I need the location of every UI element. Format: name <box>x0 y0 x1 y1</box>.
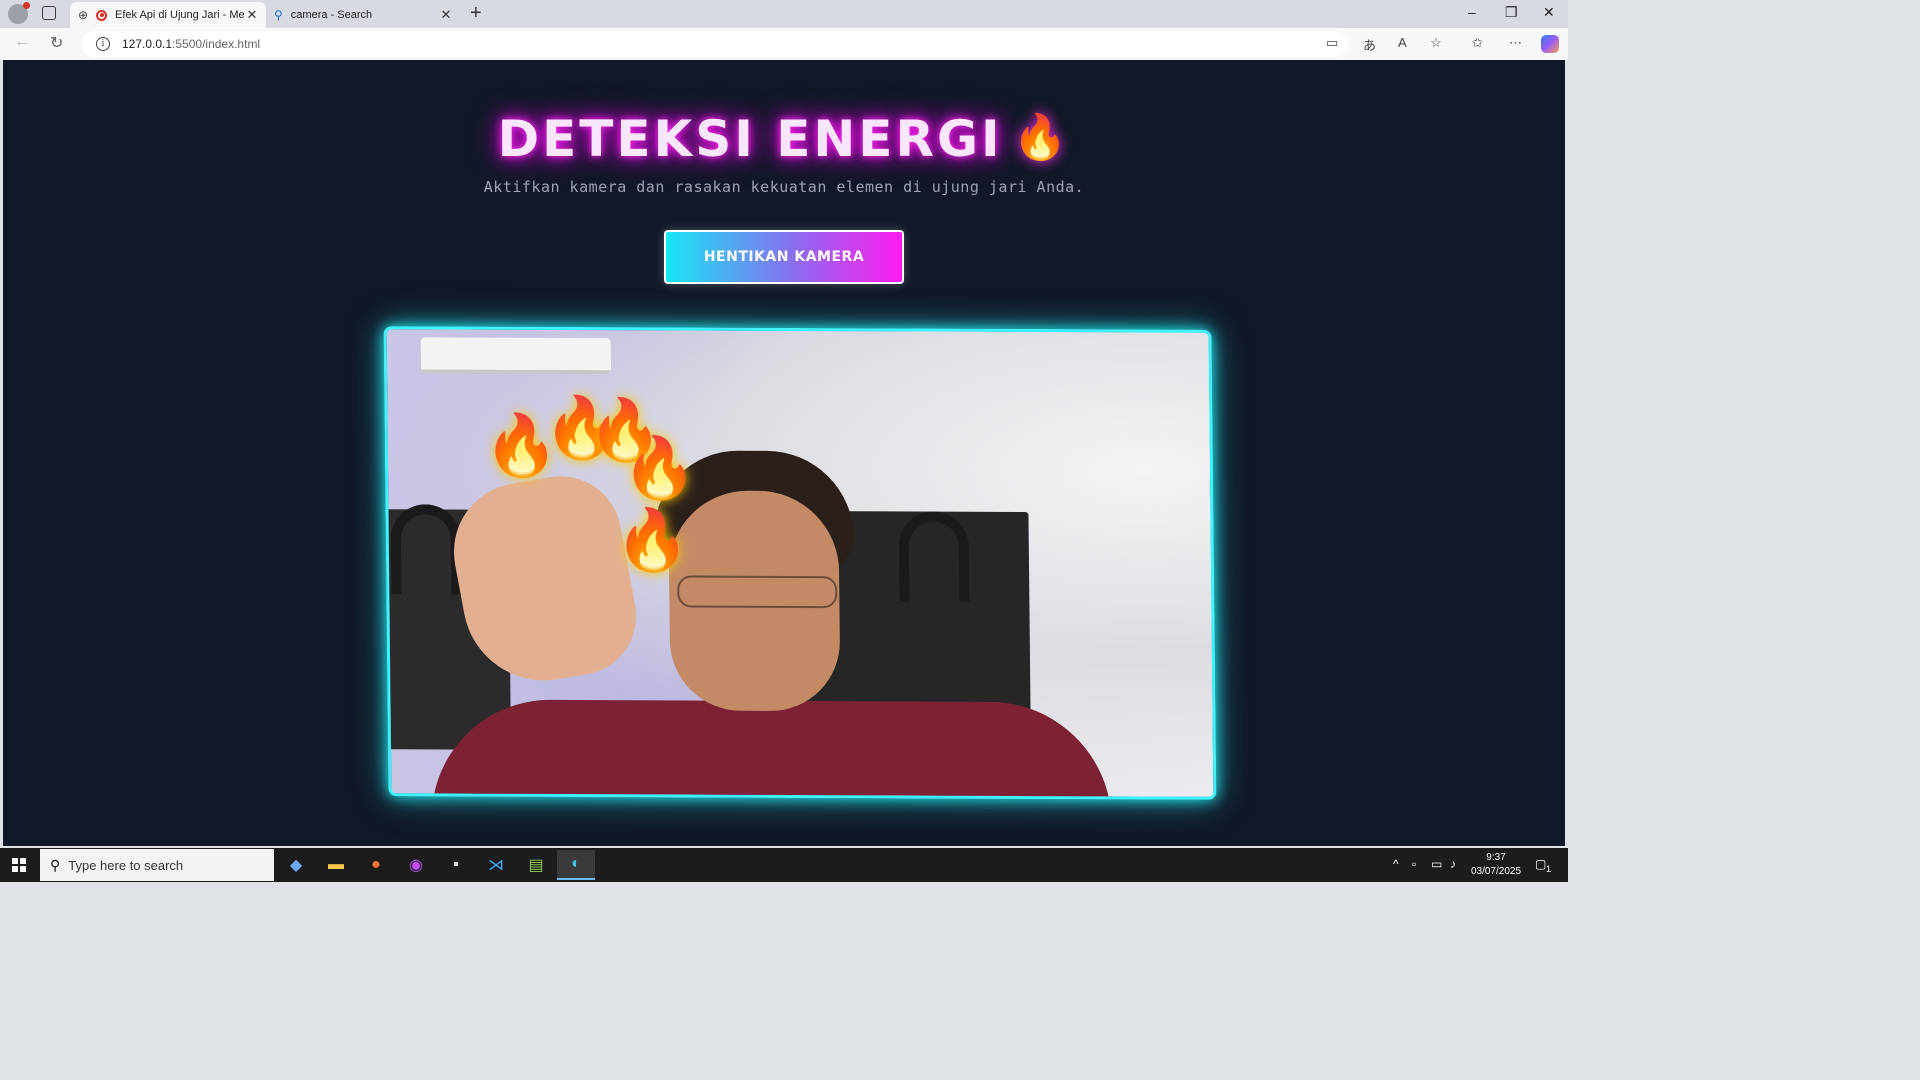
tab-camera-search[interactable]: ⚲ camera - Search ✕ <box>268 2 460 28</box>
meet-now-icon[interactable]: ▫ <box>1412 857 1416 871</box>
system-clock[interactable]: 9:37 03/07/2025 <box>1466 851 1526 879</box>
favorite-star-icon[interactable]: ☆ <box>1430 35 1442 51</box>
notepad-icon[interactable]: ▤ <box>517 850 555 880</box>
air-conditioner <box>420 337 612 375</box>
page-subtitle: Aktifkan kamera dan rasakan kekuatan ele… <box>483 178 1085 196</box>
more-options-icon[interactable]: ⋯ <box>1509 35 1522 51</box>
address-bar[interactable]: i 127.0.0.1:5500/index.html <box>82 31 1348 57</box>
camera-video-feed: 🔥 🔥 🔥 🔥 🔥 <box>383 326 1217 800</box>
fingertip-flame: 🔥 <box>614 506 690 574</box>
clock-time: 9:37 <box>1486 852 1506 863</box>
tab-title: Efek Api di Ujung Jari - Medi <box>115 9 244 21</box>
notification-center-icon[interactable]: ▢ <box>1535 857 1546 871</box>
back-icon[interactable]: ← <box>14 33 30 51</box>
edge-icon[interactable]: ◐ <box>557 850 595 880</box>
tab-title: camera - Search <box>290 9 373 21</box>
stop-camera-button[interactable]: HENTIKAN KAMERA <box>664 230 904 284</box>
close-tab-icon[interactable]: ✕ <box>438 7 454 23</box>
browser-tab-strip: ⊕ Efek Api di Ujung Jari - Medi ✕ ⚲ came… <box>0 0 1568 28</box>
close-tab-icon[interactable]: ✕ <box>244 7 260 23</box>
browser-toolbar: ← ↻ i 127.0.0.1:5500/index.html ▭ あ A ☆ … <box>0 28 1568 60</box>
taskbar-search-box[interactable]: ⚲ Type here to search <box>40 849 274 881</box>
vscode-icon[interactable]: ⋊ <box>477 850 515 880</box>
copilot-icon[interactable] <box>1541 35 1559 53</box>
refresh-icon[interactable]: ↻ <box>50 33 63 53</box>
translate-icon[interactable]: あ <box>1363 35 1376 54</box>
page-viewport: DETEKSI ENERGI 🔥 Aktifkan kamera dan rasa… <box>3 60 1565 846</box>
recording-indicator-icon <box>96 9 107 21</box>
fire-emoji-icon: 🔥 <box>1012 112 1071 163</box>
copilot-app-icon[interactable]: ◆ <box>277 850 315 880</box>
fingertip-flame: 🔥 <box>621 434 698 502</box>
minimize-button[interactable]: – <box>1468 4 1476 20</box>
windows-start-icon[interactable] <box>12 858 26 872</box>
tab-actions-icon[interactable] <box>42 6 56 20</box>
search-placeholder: Type here to search <box>68 857 184 873</box>
page-title: DETEKSI ENERGI 🔥 <box>497 110 1071 168</box>
terminal-icon[interactable]: ▪ <box>437 850 475 880</box>
new-tab-button[interactable]: + <box>470 2 482 24</box>
search-icon: ⚲ <box>274 8 283 22</box>
clock-date: 03/07/2025 <box>1470 866 1522 877</box>
shirt <box>430 699 1113 800</box>
person <box>430 450 1113 800</box>
firefox-icon[interactable]: ● <box>357 850 395 880</box>
globe-icon: ⊕ <box>77 8 89 22</box>
headphones <box>390 504 462 595</box>
show-hidden-icons-icon[interactable]: ^ <box>1393 857 1399 871</box>
profile-avatar-icon[interactable] <box>8 2 30 24</box>
url-text[interactable]: 127.0.0.1:5500/index.html <box>122 37 260 51</box>
glasses <box>677 575 838 609</box>
network-icon[interactable]: ▭ <box>1431 857 1442 871</box>
browser-icon[interactable]: ◉ <box>397 850 435 880</box>
taskbar: ⚲ Type here to search ◆ ▬ ● ◉ ▪ ⋊ ▤ ◐ ^ … <box>0 848 1568 882</box>
close-window-button[interactable]: ✕ <box>1543 4 1555 21</box>
site-info-icon[interactable]: i <box>96 37 110 51</box>
search-icon: ⚲ <box>50 856 61 873</box>
restore-button[interactable]: ❐ <box>1505 4 1518 21</box>
read-aloud-icon[interactable]: A <box>1398 35 1407 50</box>
file-explorer-icon[interactable]: ▬ <box>317 850 355 880</box>
tab-fire-effect[interactable]: ⊕ Efek Api di Ujung Jari - Medi ✕ <box>70 2 266 28</box>
volume-icon[interactable]: ♪ <box>1450 857 1456 871</box>
notification-count: 1 <box>1546 864 1552 874</box>
camera-in-use-icon[interactable]: ▭ <box>1326 35 1338 51</box>
favorites-icon[interactable]: ✩ <box>1472 35 1483 51</box>
